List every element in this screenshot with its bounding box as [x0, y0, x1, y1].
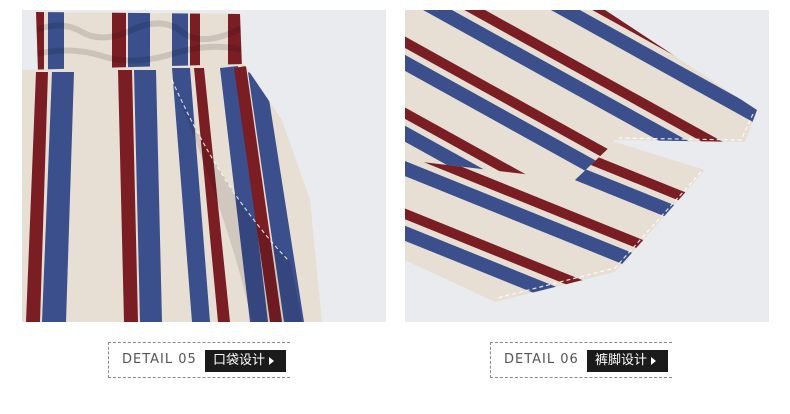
- detail-title-tag: 口袋设计: [205, 350, 287, 372]
- detail-number-label: DETAIL 05: [122, 352, 197, 367]
- play-arrow-icon: [651, 356, 657, 365]
- pocket-detail-photo: [22, 10, 386, 322]
- detail-number-label: DETAIL 06: [504, 352, 579, 367]
- play-arrow-icon: [269, 356, 275, 365]
- detail-caption-05: DETAIL 05 口袋设计: [108, 342, 308, 378]
- detail-title-tag: 裤脚设计: [587, 350, 669, 372]
- hem-detail-photo: [405, 10, 769, 322]
- pocket-detail-image: [22, 10, 386, 322]
- detail-title-text: 裤脚设计: [595, 353, 648, 368]
- detail-caption-06: DETAIL 06 裤脚设计: [490, 342, 690, 378]
- hem-detail-image: [405, 10, 769, 322]
- detail-title-text: 口袋设计: [213, 353, 266, 368]
